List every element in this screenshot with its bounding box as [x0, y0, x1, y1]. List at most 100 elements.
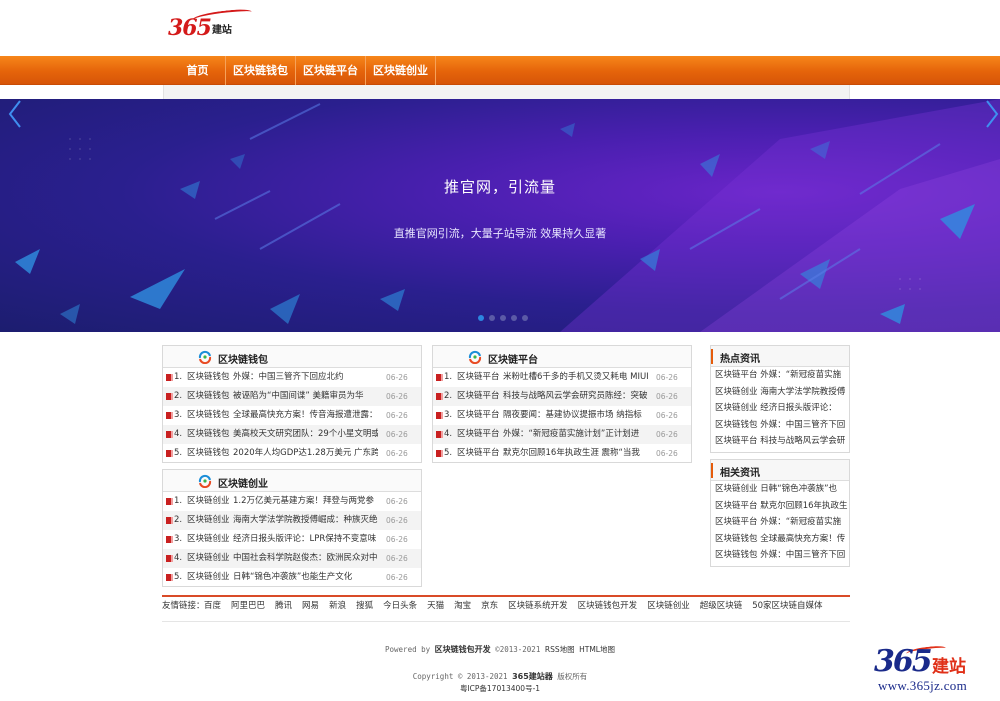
item-category-link[interactable]: 区块链平台 [457, 425, 500, 444]
panel-header: 区块链平台 [433, 346, 691, 368]
item-title-link[interactable]: 默克尔回顾16年执政生涯 震称“当我 [503, 444, 648, 463]
nav-item-platform[interactable]: 区块链平台 [296, 56, 366, 85]
banner-title: 推官网，引流量 [443, 178, 556, 196]
item-title-link[interactable]: 经济日报头版评论：LPR保持不变意味 [233, 530, 378, 549]
item-title-link[interactable]: 科技与战略风云学会研究员陈经：突破 [503, 387, 648, 406]
item-category-link[interactable]: 区块链钱包 [187, 425, 230, 444]
list-item[interactable]: 5. 区块链钱包 2020年人均GDP达1.28万美元 广东跨入 06-26 [163, 444, 421, 463]
item-category-link[interactable]: 区块链创业 [187, 492, 230, 511]
item-title-link[interactable]: 米粉吐槽6千多的手机又烫又耗电 MIUI [503, 368, 648, 387]
item-title-link[interactable]: 外媒：中国三管齐下回应北约 [233, 368, 378, 387]
list-item[interactable]: 3. 区块链平台 隔夜要闻：基建协议提振市场 纳指标 06-26 [433, 406, 691, 425]
friend-link[interactable]: 京东 [481, 599, 498, 611]
item-category-link[interactable]: 区块链创业 [187, 530, 230, 549]
item-category-link[interactable]: 区块链钱包 [187, 387, 230, 406]
rss-map-link[interactable]: RSS地图 [545, 645, 575, 654]
site-logo[interactable]: 365 建站 [168, 7, 253, 41]
item-title-link[interactable]: 海南大学法学院教授傅崛成：种族灭绝 [233, 511, 378, 530]
list-item[interactable]: 4. 区块链创业 中国社会科学院赵俊杰：欧洲民众对中 06-26 [163, 549, 421, 568]
item-number: 1. [174, 372, 183, 382]
carousel-dot[interactable] [511, 315, 517, 321]
item-number: 3. [174, 410, 183, 420]
nav-item-home[interactable]: 首页 [170, 56, 226, 85]
item-number: 2. [174, 391, 183, 401]
list-item[interactable]: 1. 区块链平台 米粉吐槽6千多的手机又烫又耗电 MIUI 06-26 [433, 368, 691, 387]
friend-link[interactable]: 阿里巴巴 [231, 599, 265, 611]
item-category-link[interactable]: 区块链平台 [457, 368, 500, 387]
item-title-link[interactable]: 中国社会科学院赵俊杰：欧洲民众对中 [233, 549, 378, 568]
item-category-link[interactable]: 区块链钱包 [187, 368, 230, 387]
related-news-item[interactable]: 区块链平台 外媒：“新冠疫苗实施 [711, 514, 849, 531]
list-item[interactable]: 4. 区块链钱包 美高校天文研究团队：29个小星文明或 06-26 [163, 425, 421, 444]
list-item[interactable]: 3. 区块链钱包 全球最高快充方案！传音海报遭泄露： 06-26 [163, 406, 421, 425]
list-item[interactable]: 2. 区块链平台 科技与战略风云学会研究员陈经：突破 06-26 [433, 387, 691, 406]
icp-link[interactable]: 粤ICP备17013400号-1 [460, 684, 540, 693]
html-map-link[interactable]: HTML地图 [579, 645, 615, 654]
friend-link[interactable]: 区块链系统开发 [508, 599, 568, 611]
friend-link[interactable]: 搜狐 [356, 599, 373, 611]
powered-year: ©2013-2021 [490, 645, 545, 654]
carousel-dots [478, 315, 528, 321]
item-title-link[interactable]: 日韩“锦色冲袭族”也能生产文化 [233, 568, 378, 587]
list-item[interactable]: 2. 区块链创业 海南大学法学院教授傅崛成：种族灭绝 06-26 [163, 511, 421, 530]
item-title-link[interactable]: 美高校天文研究团队：29个小星文明或 [233, 425, 378, 444]
list-item[interactable]: 4. 区块链平台 外媒：“新冠疫苗实施计划”正计划进 06-26 [433, 425, 691, 444]
related-news-item[interactable]: 区块链创业 日韩“锦色冲袭族”也 [711, 481, 849, 498]
side-title: 热点资讯 [720, 354, 760, 365]
panel-header: 区块链创业 [163, 470, 421, 492]
item-category-link[interactable]: 区块链平台 [457, 444, 500, 463]
friend-links: 友情链接： 百度 阿里巴巴 腾讯 网易 新浪 搜狐 今日头条 天猫 淘宝 京东 … [162, 595, 850, 622]
friend-link[interactable]: 天猫 [427, 599, 444, 611]
list-item[interactable]: 5. 区块链平台 默克尔回顾16年执政生涯 震称“当我 06-26 [433, 444, 691, 463]
hot-news-item[interactable]: 区块链创业 经济日报头版评论： [711, 400, 849, 417]
list-item[interactable]: 3. 区块链创业 经济日报头版评论：LPR保持不变意味 06-26 [163, 530, 421, 549]
nav-item-wallet[interactable]: 区块链钱包 [226, 56, 296, 85]
related-news-item[interactable]: 区块链平台 默克尔回顾16年执政生 [711, 498, 849, 515]
item-title-link[interactable]: 隔夜要闻：基建协议提振市场 纳指标 [503, 406, 648, 425]
footer-powered: Powered by 区块链钱包开发 ©2013-2021 RSS地图 HTML… [0, 644, 1000, 655]
friend-link[interactable]: 腾讯 [275, 599, 292, 611]
hero-banner[interactable]: 推官网，引流量 直推官网引流，大量子站导流 效果持久显著 [0, 99, 1000, 332]
item-title-link[interactable]: 外媒：“新冠疫苗实施计划”正计划进 [503, 425, 648, 444]
item-title-link[interactable]: 被诬陷为“中国间谍” 美籍审员为华 [233, 387, 378, 406]
list-item[interactable]: 2. 区块链钱包 被诬陷为“中国间谍” 美籍审员为华 06-26 [163, 387, 421, 406]
hot-news-item[interactable]: 区块链平台 外媒：“新冠疫苗实施 [711, 367, 849, 384]
nav-item-startup[interactable]: 区块链创业 [366, 56, 436, 85]
friend-link[interactable]: 今日头条 [383, 599, 417, 611]
hot-news-item[interactable]: 区块链创业 海南大学法学院教授傅 [711, 384, 849, 401]
related-news-item[interactable]: 区块链钱包 全球最高快充方案！传 [711, 531, 849, 548]
friend-link[interactable]: 淘宝 [454, 599, 471, 611]
friend-link[interactable]: 新浪 [329, 599, 346, 611]
item-category-link[interactable]: 区块链创业 [187, 511, 230, 530]
friend-link[interactable]: 超级区块链 [700, 599, 743, 611]
carousel-dot[interactable] [478, 315, 484, 321]
item-category-link[interactable]: 区块链平台 [457, 406, 500, 425]
friend-link[interactable]: 区块链创业 [647, 599, 690, 611]
friend-link[interactable]: 50家区块链自媒体 [752, 599, 822, 611]
friend-link[interactable]: 网易 [302, 599, 319, 611]
item-category-link[interactable]: 区块链创业 [187, 549, 230, 568]
hot-news-item[interactable]: 区块链钱包 外媒：中国三管齐下回 [711, 417, 849, 434]
item-title-link[interactable]: 1.2万亿美元基建方案！拜登与两党参 [233, 492, 378, 511]
friend-link[interactable]: 区块链钱包开发 [578, 599, 638, 611]
list-item[interactable]: 1. 区块链钱包 外媒：中国三管齐下回应北约 06-26 [163, 368, 421, 387]
powered-link[interactable]: 区块链钱包开发 [435, 645, 491, 654]
news-icon [436, 412, 443, 419]
related-news-item[interactable]: 区块链钱包 外媒：中国三管齐下回 [711, 547, 849, 564]
friend-link[interactable]: 百度 [204, 599, 221, 611]
list-item[interactable]: 5. 区块链创业 日韩“锦色冲袭族”也能生产文化 06-26 [163, 568, 421, 587]
carousel-dot[interactable] [500, 315, 506, 321]
item-category-link[interactable]: 区块链平台 [457, 387, 500, 406]
copyright-name[interactable]: 365建站器 [512, 672, 553, 681]
hot-news-item[interactable]: 区块链平台 科技与战略风云学会研 [711, 433, 849, 450]
item-category-link[interactable]: 区块链钱包 [187, 444, 230, 463]
chevron-left-icon[interactable] [8, 99, 22, 129]
item-category-link[interactable]: 区块链钱包 [187, 406, 230, 425]
item-category-link[interactable]: 区块链创业 [187, 568, 230, 587]
chevron-right-icon[interactable] [985, 99, 999, 129]
carousel-dot[interactable] [522, 315, 528, 321]
carousel-dot[interactable] [489, 315, 495, 321]
list-item[interactable]: 1. 区块链创业 1.2万亿美元基建方案！拜登与两党参 06-26 [163, 492, 421, 511]
item-title-link[interactable]: 全球最高快充方案！传音海报遭泄露： [233, 406, 378, 425]
item-title-link[interactable]: 2020年人均GDP达1.28万美元 广东跨入 [233, 444, 378, 463]
